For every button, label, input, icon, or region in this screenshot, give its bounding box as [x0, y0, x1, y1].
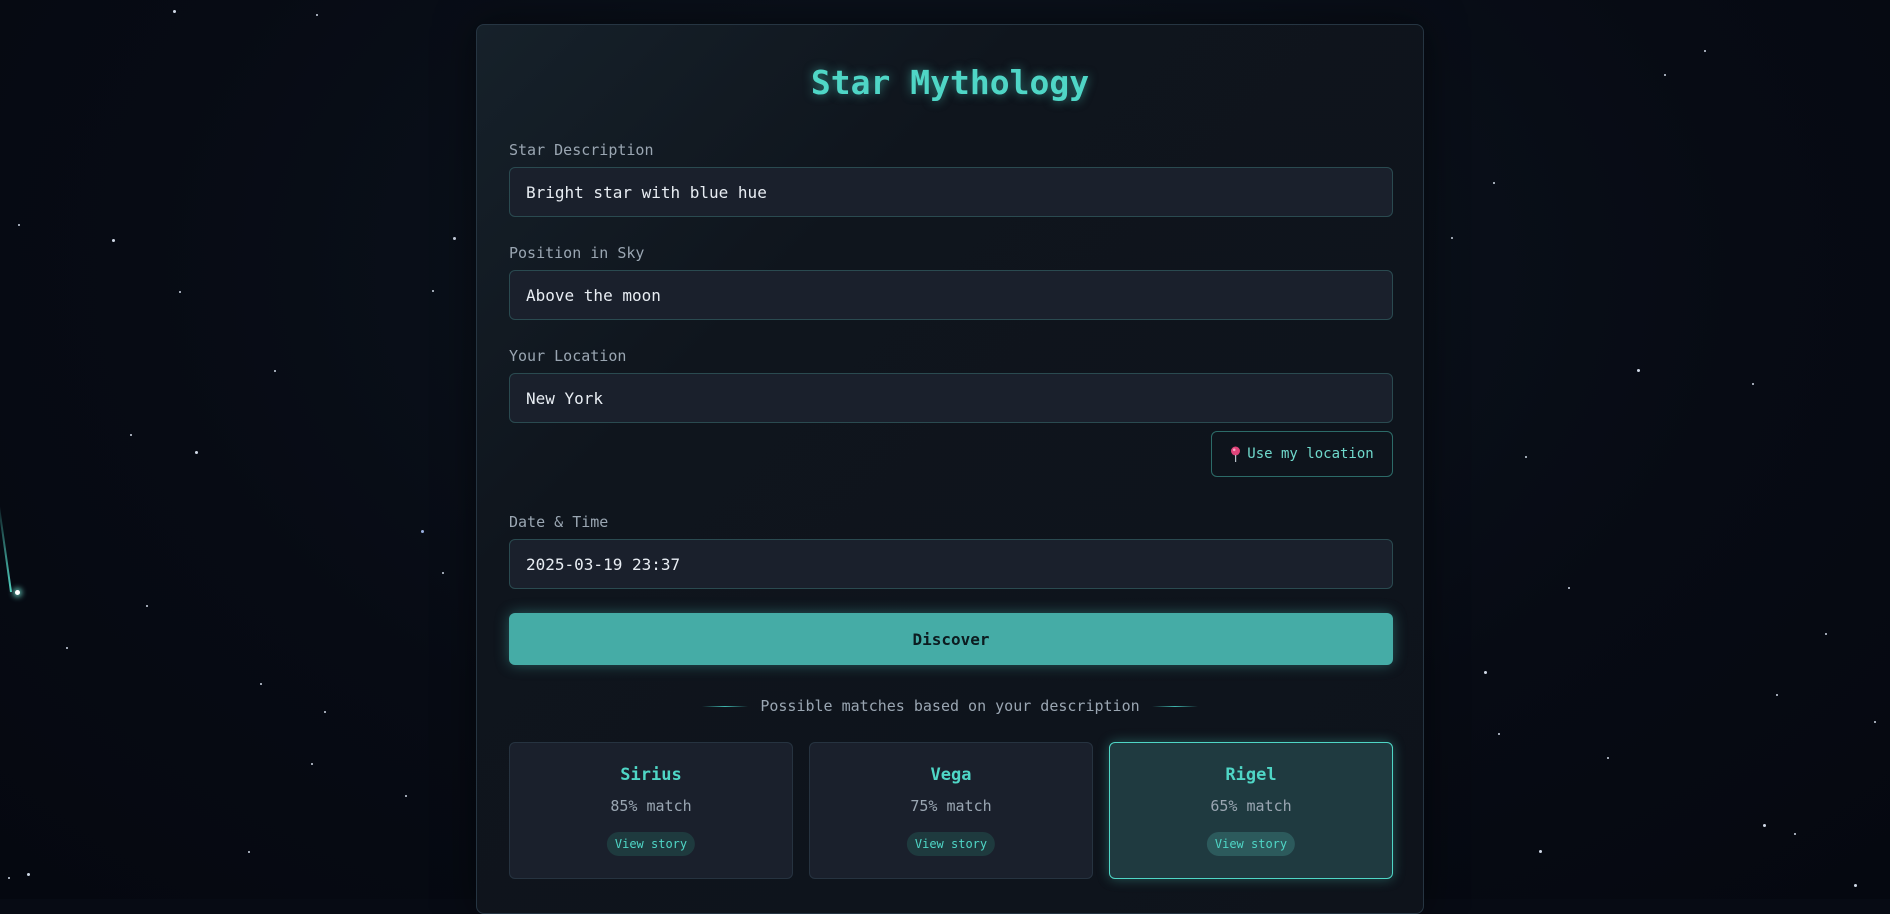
star-dot [195, 451, 198, 454]
divider-line-right [1151, 705, 1198, 707]
star-dot [1493, 182, 1495, 184]
shooting-star [15, 590, 20, 595]
view-story-button[interactable]: View story [906, 832, 996, 856]
star-dot [173, 10, 176, 13]
star-dot [146, 605, 148, 607]
use-my-location-button[interactable]: Use my location [1211, 431, 1393, 477]
pin-icon [1230, 446, 1241, 462]
star-mythology-panel: Star Mythology Star Description Position… [476, 24, 1424, 914]
datetime-label: Date & Time [509, 513, 609, 531]
star-dot [8, 877, 10, 879]
star-dot [1763, 824, 1766, 827]
divider-line-left [702, 705, 749, 707]
star-dot [442, 572, 444, 574]
star-dot [311, 763, 313, 765]
star-dot [130, 434, 132, 436]
star-dot [260, 683, 262, 685]
star-dot [1664, 74, 1666, 76]
star-dot [1568, 587, 1570, 589]
star-dot [66, 647, 68, 649]
match-percent: 65% match [1210, 797, 1292, 815]
star-dot [112, 239, 115, 242]
page-title: Star Mythology [810, 63, 1090, 102]
star-dot [18, 224, 20, 226]
match-card-rigel[interactable]: Rigel 65% match View story [1109, 742, 1393, 879]
location-label: Your Location [509, 347, 627, 365]
star-dot [1498, 733, 1500, 735]
datetime-input[interactable] [509, 539, 1393, 589]
match-name: Vega [930, 765, 972, 785]
star-dot [405, 795, 407, 797]
star-dot [1484, 671, 1487, 674]
star-dot [432, 290, 434, 292]
match-percent: 75% match [910, 797, 992, 815]
match-card-sirius[interactable]: Sirius 85% match View story [509, 742, 793, 879]
results-heading-text: Possible matches based on your descripti… [760, 697, 1140, 715]
shooting-star-trail [0, 495, 12, 593]
star-dot [1825, 633, 1827, 635]
star-dot [421, 530, 424, 533]
star-dot [179, 291, 181, 293]
sky-position-input[interactable] [509, 270, 1393, 320]
sky-position-label: Position in Sky [509, 244, 645, 262]
view-story-button[interactable]: View story [606, 832, 696, 856]
star-dot [27, 873, 30, 876]
view-story-button[interactable]: View story [1206, 832, 1296, 856]
star-dot [1451, 237, 1453, 239]
star-description-label: Star Description [509, 141, 654, 159]
star-dot [453, 237, 456, 240]
star-dot [274, 370, 276, 372]
star-dot [1704, 50, 1706, 52]
match-name: Sirius [620, 765, 682, 785]
star-dot [1794, 833, 1796, 835]
star-dot [1752, 383, 1754, 385]
star-dot [1874, 721, 1876, 723]
discover-button[interactable]: Discover [509, 613, 1393, 665]
star-dot [1525, 456, 1527, 458]
star-dot [1776, 694, 1778, 696]
star-dot [1539, 850, 1542, 853]
star-dot [324, 711, 326, 713]
star-dot [1607, 757, 1609, 759]
star-dot [1637, 369, 1640, 372]
star-dot [248, 851, 250, 853]
match-percent: 85% match [610, 797, 692, 815]
star-dot [1854, 884, 1857, 887]
star-dot [316, 14, 318, 16]
use-my-location-label: Use my location [1247, 446, 1374, 462]
location-input[interactable] [509, 373, 1393, 423]
match-name: Rigel [1225, 765, 1277, 785]
match-card-vega[interactable]: Vega 75% match View story [809, 742, 1093, 879]
results-heading: Possible matches based on your descripti… [477, 697, 1423, 715]
star-description-input[interactable] [509, 167, 1393, 217]
